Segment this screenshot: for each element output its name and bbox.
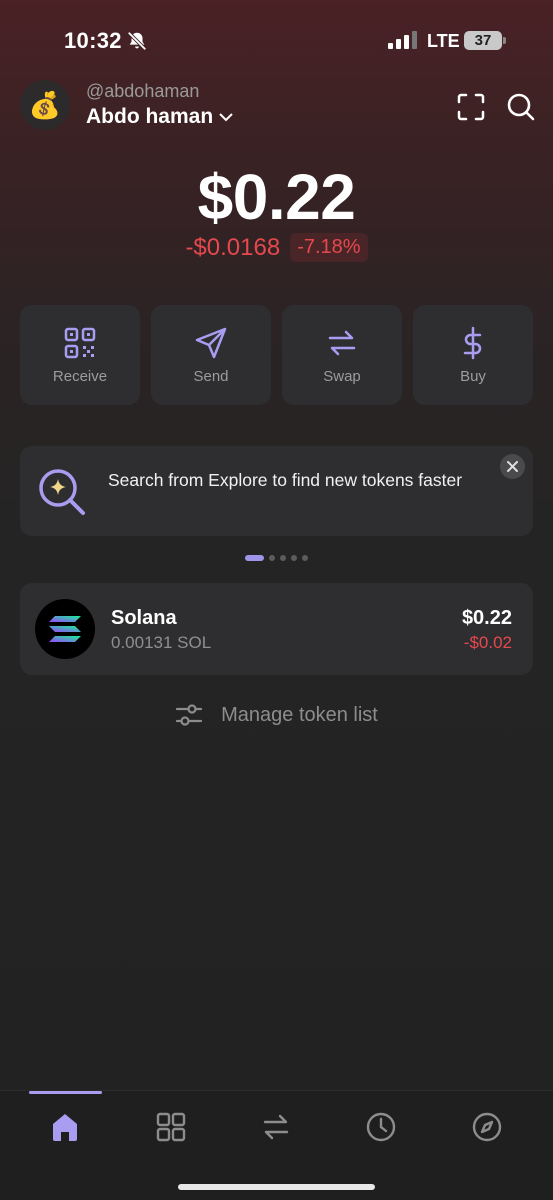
balance-change: -$0.0168 -7.18%	[0, 233, 553, 262]
qr-code-icon	[64, 327, 96, 358]
history-clock-icon[interactable]	[364, 1110, 398, 1144]
token-row-solana[interactable]: Solana 0.00131 SOL $0.22 -$0.02	[20, 583, 533, 675]
token-change: -$0.02	[463, 633, 512, 652]
manage-token-list-button[interactable]: Manage token list	[0, 703, 553, 727]
account-name: Abdo haman	[86, 105, 214, 128]
swap-icon[interactable]	[259, 1110, 293, 1144]
buy-button[interactable]: Buy	[413, 305, 533, 405]
explore-search-icon	[39, 469, 85, 515]
nav-active-indicator	[29, 1091, 102, 1094]
quick-actions: Receive Send Swap Buy	[20, 305, 533, 405]
status-bar: 10:32 LTE 37	[0, 0, 553, 80]
explore-compass-icon[interactable]	[470, 1110, 504, 1144]
carousel-dot[interactable]	[269, 555, 275, 561]
account-handle: @abdohaman	[86, 81, 200, 101]
carousel-dot[interactable]	[291, 555, 297, 561]
token-name: Solana	[111, 607, 177, 629]
receive-button[interactable]: Receive	[20, 305, 140, 405]
token-amount: 0.00131 SOL	[111, 633, 212, 652]
total-balance: $0.22	[197, 161, 356, 233]
carousel-dot[interactable]	[302, 555, 308, 561]
swap-icon	[328, 330, 356, 355]
search-icon[interactable]	[506, 92, 536, 122]
battery-icon: 37	[464, 31, 506, 50]
buy-label: Buy	[460, 367, 486, 385]
signal-icon	[388, 31, 417, 49]
swap-label: Swap	[323, 367, 361, 385]
carousel-dots	[245, 555, 308, 561]
home-indicator[interactable]	[178, 1184, 375, 1190]
banner-text: Search from Explore to find new tokens f…	[108, 470, 463, 490]
silent-bell-icon	[127, 31, 147, 51]
send-button[interactable]: Send	[151, 305, 271, 405]
dollar-icon	[463, 326, 482, 359]
scan-icon[interactable]	[456, 92, 486, 122]
swap-button[interactable]: Swap	[282, 305, 402, 405]
account-switcher[interactable]: Abdo haman	[86, 105, 233, 129]
balance-change-amount: -$0.0168	[185, 233, 281, 261]
send-icon	[195, 327, 227, 358]
solana-logo-icon	[35, 599, 95, 659]
token-value: $0.22	[461, 607, 512, 629]
status-time: 10:32	[64, 28, 122, 53]
receive-label: Receive	[52, 367, 108, 385]
home-icon[interactable]	[48, 1110, 82, 1144]
chevron-down-icon	[219, 113, 233, 122]
close-icon	[507, 461, 518, 472]
sliders-icon	[176, 704, 203, 726]
balance-change-percent: -7.18%	[290, 233, 368, 262]
network-label: LTE	[427, 31, 460, 51]
explore-banner[interactable]: Search from Explore to find new tokens f…	[20, 446, 533, 536]
carousel-dot[interactable]	[245, 555, 264, 561]
collectibles-grid-icon[interactable]	[154, 1110, 188, 1144]
manage-token-list-label: Manage token list	[221, 703, 378, 726]
avatar[interactable]: 💰	[20, 80, 70, 130]
close-banner-button[interactable]	[500, 454, 525, 479]
carousel-dot[interactable]	[280, 555, 286, 561]
send-label: Send	[193, 367, 229, 385]
